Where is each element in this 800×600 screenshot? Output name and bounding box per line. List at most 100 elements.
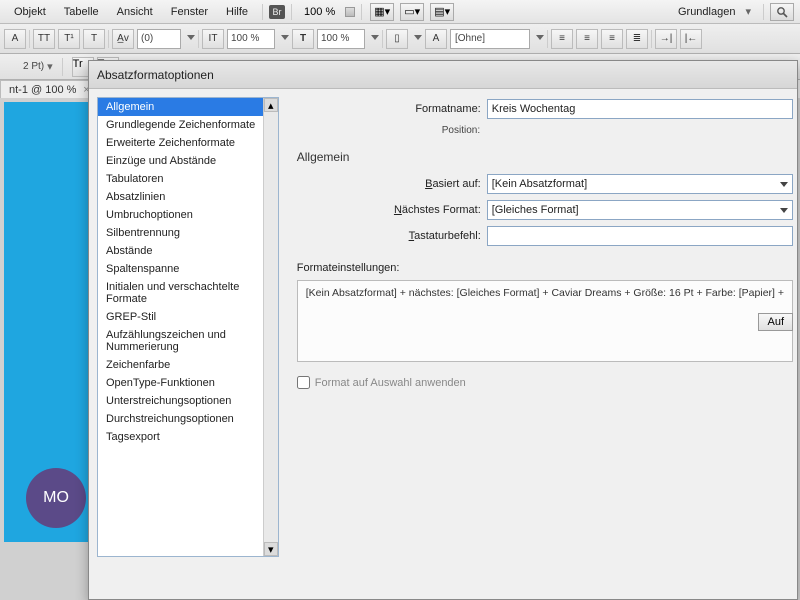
divider [547,30,548,48]
dropdown-icon[interactable] [536,35,544,43]
justify-icon[interactable]: ≣ [626,29,648,49]
align-right-icon[interactable]: ≡ [601,29,623,49]
menu-hilfe[interactable]: Hilfe [218,3,256,21]
allcaps-button[interactable]: TT [33,29,55,49]
view-options-icon[interactable]: ▦▾ [370,3,394,21]
divider [198,30,199,48]
cat-bullets[interactable]: Aufzählungszeichen und Nummerierung [98,326,278,356]
indent-left-icon[interactable]: →| [655,29,677,49]
menu-ansicht[interactable]: Ansicht [109,3,161,21]
dropdown-icon[interactable] [414,35,422,43]
kerning-icon: A̲v [112,29,134,49]
indent-right-icon[interactable]: |← [680,29,702,49]
nextformat-label: Nächstes Format: [297,204,487,216]
menu-tabelle[interactable]: Tabelle [56,3,107,21]
zoom-level[interactable]: 100 % [298,6,341,18]
cat-strike[interactable]: Durchstreichungsoptionen [98,410,278,428]
reset-to-base-button[interactable]: Auf [758,313,793,331]
divider [382,30,383,48]
divider [291,4,292,20]
cat-underline[interactable]: Unterstreichungsoptionen [98,392,278,410]
underline-button[interactable]: T [83,29,105,49]
dialog-titlebar[interactable]: Absatzformatoptionen [89,61,797,89]
nextformat-select[interactable]: [Gleiches Format] [487,200,793,220]
cat-tabs[interactable]: Tabulatoren [98,170,278,188]
formatname-input[interactable] [487,99,793,119]
cat-dropcaps[interactable]: Initialen und verschachtelte Formate [98,278,278,308]
cat-basic-char[interactable]: Grundlegende Zeichenformate [98,116,278,134]
settings-label: Formateinstellungen: [297,262,793,274]
basedon-select[interactable]: [Kein Absatzformat] [487,174,793,194]
scroll-down-icon[interactable]: ▾ [264,542,278,556]
menu-objekt[interactable]: Objekt [6,3,54,21]
formatname-label: Formatname: [407,103,487,115]
category-panel: Allgemein Grundlegende Zeichenformate Er… [89,89,287,599]
dropdown-icon[interactable] [371,35,379,43]
shortcut-label: Tastaturbefehl: [297,230,487,242]
superscript-button[interactable]: T¹ [58,29,80,49]
leading-value: 2 Pt) [23,61,44,72]
divider [262,4,263,20]
chevron-down-icon: ▾ [745,5,751,18]
vscale-icon: IT [202,29,224,49]
search-icon[interactable] [770,3,794,21]
bridge-icon[interactable]: Br [269,5,285,19]
char-style-select[interactable]: [Ohne] [450,29,530,49]
scroll-up-icon[interactable]: ▴ [264,98,278,112]
fill-swatch[interactable]: ▯ [386,29,408,49]
cat-indents[interactable]: Einzüge und Abstände [98,152,278,170]
position-label: Position: [442,125,486,136]
hscale-icon: T [292,29,314,49]
cat-rules[interactable]: Absatzlinien [98,188,278,206]
document-tab[interactable]: nt-1 @ 100 % × [0,80,99,99]
zoom-dropdown-icon[interactable] [345,7,355,17]
cat-tagexport[interactable]: Tagsexport [98,428,278,446]
char-style-icon: A [425,29,447,49]
type-toolbar: A TT T¹ T A̲v (0) IT 100 % T 100 % ▯ A [… [0,24,800,54]
chevron-down-icon [780,182,788,187]
cat-allgemein[interactable]: Allgemein [98,98,278,116]
list-scrollbar[interactable]: ▴ ▾ [263,98,278,556]
settings-summary: [Kein Absatzformat] + nächstes: [Gleiche… [297,280,793,362]
divider [651,30,652,48]
menu-fenster[interactable]: Fenster [163,3,216,21]
apply-to-selection-label: Format auf Auswahl anwenden [315,377,466,389]
screen-mode-icon[interactable]: ▭▾ [400,3,424,21]
basedon-label: Basiert auf: [297,178,487,190]
cat-justify[interactable]: Abstände [98,242,278,260]
chevron-down-icon: ▾ [47,60,53,73]
dropdown-icon[interactable] [281,35,289,43]
category-list[interactable]: Allgemein Grundlegende Zeichenformate Er… [97,97,279,557]
divider [763,4,764,20]
divider [29,30,30,48]
day-circle: MO [26,468,86,528]
cat-charcolor[interactable]: Zeichenfarbe [98,356,278,374]
cat-grep[interactable]: GREP-Stil [98,308,278,326]
kerning-field[interactable]: (0) [137,29,181,49]
section-title: Allgemein [297,150,793,164]
dropdown-icon[interactable] [187,35,195,43]
chevron-down-icon [780,208,788,213]
scroll-track[interactable] [264,112,278,542]
char-panel-icon[interactable]: A [4,29,26,49]
hscale-field[interactable]: 100 % [317,29,365,49]
align-center-icon[interactable]: ≡ [576,29,598,49]
divider [361,4,362,20]
cat-opentype[interactable]: OpenType-Funktionen [98,374,278,392]
dialog-title: Absatzformatoptionen [97,68,214,82]
paragraph-style-options-dialog: Absatzformatoptionen Allgemein Grundlege… [88,60,798,600]
arrange-icon[interactable]: ▤▾ [430,3,454,21]
options-panel: Formatname: Position: Allgemein Basiert … [287,89,797,599]
cat-adv-char[interactable]: Erweiterte Zeichenformate [98,134,278,152]
cat-span[interactable]: Spaltenspanne [98,260,278,278]
workspace-switcher[interactable]: Grundlagen [670,3,744,21]
apply-to-selection-checkbox[interactable] [297,376,310,389]
align-left-icon[interactable]: ≡ [551,29,573,49]
cat-keep[interactable]: Umbruchoptionen [98,206,278,224]
divider [108,30,109,48]
divider [62,58,63,76]
shortcut-input[interactable] [487,226,793,246]
vscale-field[interactable]: 100 % [227,29,275,49]
cat-hyphen[interactable]: Silbentrennung [98,224,278,242]
main-menubar: Objekt Tabelle Ansicht Fenster Hilfe Br … [0,0,800,24]
